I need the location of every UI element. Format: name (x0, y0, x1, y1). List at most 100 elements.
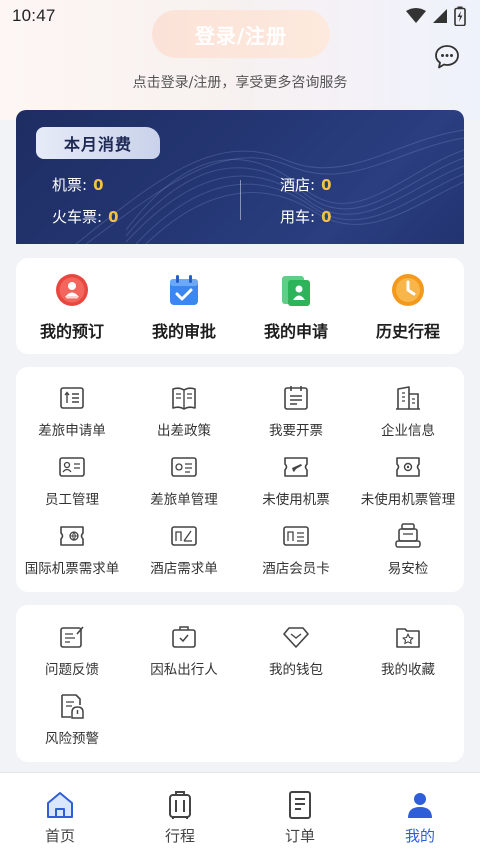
wifi-icon (406, 8, 426, 23)
quick-label: 历史行程 (375, 322, 440, 341)
expense-value: 0 (321, 208, 332, 226)
service-security-check[interactable]: 易安检 (352, 522, 464, 582)
bottom-tab-bar: 首页 行程 订单 我的 (0, 772, 480, 853)
travel-order-manage-icon (171, 457, 197, 477)
login-hint: 点击登录/注册，享受更多咨询服务 (0, 74, 480, 92)
services-card: 差旅申请单 出差政策 我要开票 企业信息 员工管理 差旅单管理 未使用机票 未使… (16, 367, 464, 592)
service-label: 酒店会员卡 (262, 561, 330, 577)
battery-icon (454, 6, 466, 26)
tab-label: 我的 (404, 827, 435, 845)
status-time: 10:47 (12, 6, 56, 25)
status-icons (406, 6, 466, 26)
invoice-icon (284, 386, 308, 410)
private-traveler-icon (172, 626, 196, 648)
quick-my-applications[interactable]: 我的申请 (240, 272, 352, 342)
quick-label: 我的预订 (39, 322, 104, 341)
tab-trips[interactable]: 行程 (120, 789, 240, 849)
expense-value: 0 (321, 176, 332, 194)
expense-label: 酒店: (280, 176, 316, 194)
chat-bubble-icon[interactable] (432, 42, 462, 72)
quick-travel-history[interactable]: 历史行程 (352, 272, 464, 342)
service-label: 未使用机票管理 (360, 492, 456, 508)
profile-icon (408, 793, 432, 818)
home-icon (47, 792, 73, 818)
tool-feedback[interactable]: 问题反馈 (16, 623, 128, 683)
building-icon (396, 386, 420, 410)
tool-label: 我的钱包 (269, 662, 323, 678)
expense-title: 本月消费 (36, 127, 160, 159)
service-employee-management[interactable]: 员工管理 (16, 453, 128, 513)
service-travel-order-management[interactable]: 差旅单管理 (128, 453, 240, 513)
service-label: 国际机票需求单 (24, 561, 120, 577)
expense-label: 火车票: (52, 208, 103, 226)
tool-label: 问题反馈 (45, 662, 99, 678)
service-invoice[interactable]: 我要开票 (240, 384, 352, 444)
booking-icon (56, 274, 88, 306)
tool-private-traveler[interactable]: 因私出行人 (128, 623, 240, 683)
hotel-request-icon (171, 526, 197, 546)
signal-icon (433, 9, 447, 23)
expense-label: 用车: (280, 208, 316, 226)
service-travel-request[interactable]: 差旅申请单 (16, 384, 128, 444)
service-hotel-member-card[interactable]: 酒店会员卡 (240, 522, 352, 582)
tool-label: 我的收藏 (381, 662, 435, 678)
expense-value: 0 (93, 176, 104, 194)
service-unused-tickets[interactable]: 未使用机票 (240, 453, 352, 513)
quick-label: 我的审批 (151, 322, 216, 341)
service-company-info[interactable]: 企业信息 (352, 384, 464, 444)
service-label: 出差政策 (157, 423, 211, 439)
quick-label: 我的申请 (263, 322, 328, 341)
service-travel-policy[interactable]: 出差政策 (128, 384, 240, 444)
security-check-icon (395, 523, 421, 548)
service-label: 差旅单管理 (150, 492, 218, 508)
tab-label: 行程 (164, 827, 195, 845)
tab-orders[interactable]: 订单 (240, 789, 360, 849)
monthly-expense-card[interactable]: 本月消费 机票: 0 酒店: 0 火车票: 0 用车: 0 (16, 110, 464, 244)
unused-ticket-icon (284, 457, 308, 477)
service-label: 企业信息 (381, 423, 435, 439)
policy-book-icon (172, 387, 196, 410)
tab-home[interactable]: 首页 (0, 789, 120, 849)
service-label: 我要开票 (269, 423, 323, 439)
service-intl-ticket-request[interactable]: 国际机票需求单 (16, 522, 128, 582)
expense-divider (240, 180, 241, 220)
quick-actions-card: 我的预订 我的审批 我的申请 历史行程 (16, 258, 464, 354)
quick-my-bookings[interactable]: 我的预订 (16, 272, 128, 342)
favorites-folder-icon (396, 628, 420, 648)
travel-request-icon (60, 387, 84, 409)
expense-item-car: 用车: 0 (280, 206, 332, 227)
history-clock-icon (392, 274, 424, 306)
approval-calendar-icon (170, 275, 198, 305)
service-label: 差旅申请单 (38, 423, 106, 439)
service-label: 未使用机票 (262, 492, 330, 508)
login-register-button[interactable]: 登录/注册 (152, 10, 330, 58)
expense-label: 机票: (52, 176, 88, 194)
tool-favorites[interactable]: 我的收藏 (352, 623, 464, 683)
tab-label: 订单 (284, 827, 315, 845)
unused-ticket-manage-icon (396, 457, 420, 477)
quick-my-approvals[interactable]: 我的审批 (128, 272, 240, 342)
service-unused-tickets-management[interactable]: 未使用机票管理 (352, 453, 464, 513)
risk-warning-icon (61, 694, 84, 719)
tool-label: 因私出行人 (150, 662, 218, 678)
expense-item-train: 火车票: 0 (52, 206, 119, 227)
tool-label: 风险预警 (45, 731, 99, 747)
expense-item-hotel: 酒店: 0 (280, 174, 332, 195)
service-label: 员工管理 (45, 492, 99, 508)
luggage-icon (169, 791, 191, 819)
tool-risk-warning[interactable]: 风险预警 (16, 692, 128, 752)
employee-card-icon (59, 457, 85, 477)
tab-profile[interactable]: 我的 (360, 789, 480, 849)
tool-wallet[interactable]: 我的钱包 (240, 623, 352, 683)
service-label: 酒店需求单 (150, 561, 218, 577)
wallet-icon (283, 627, 309, 648)
service-label: 易安检 (387, 561, 429, 577)
feedback-icon (60, 626, 84, 648)
application-doc-icon (282, 276, 310, 306)
expense-value: 0 (108, 208, 119, 226)
hotel-member-card-icon (283, 526, 309, 546)
service-hotel-request[interactable]: 酒店需求单 (128, 522, 240, 582)
login-hint-text: 点击登录/注册，享受更多咨询服务 (132, 75, 348, 91)
order-doc-icon (289, 791, 311, 819)
tools-card: 问题反馈 因私出行人 我的钱包 我的收藏 风险预警 (16, 605, 464, 762)
